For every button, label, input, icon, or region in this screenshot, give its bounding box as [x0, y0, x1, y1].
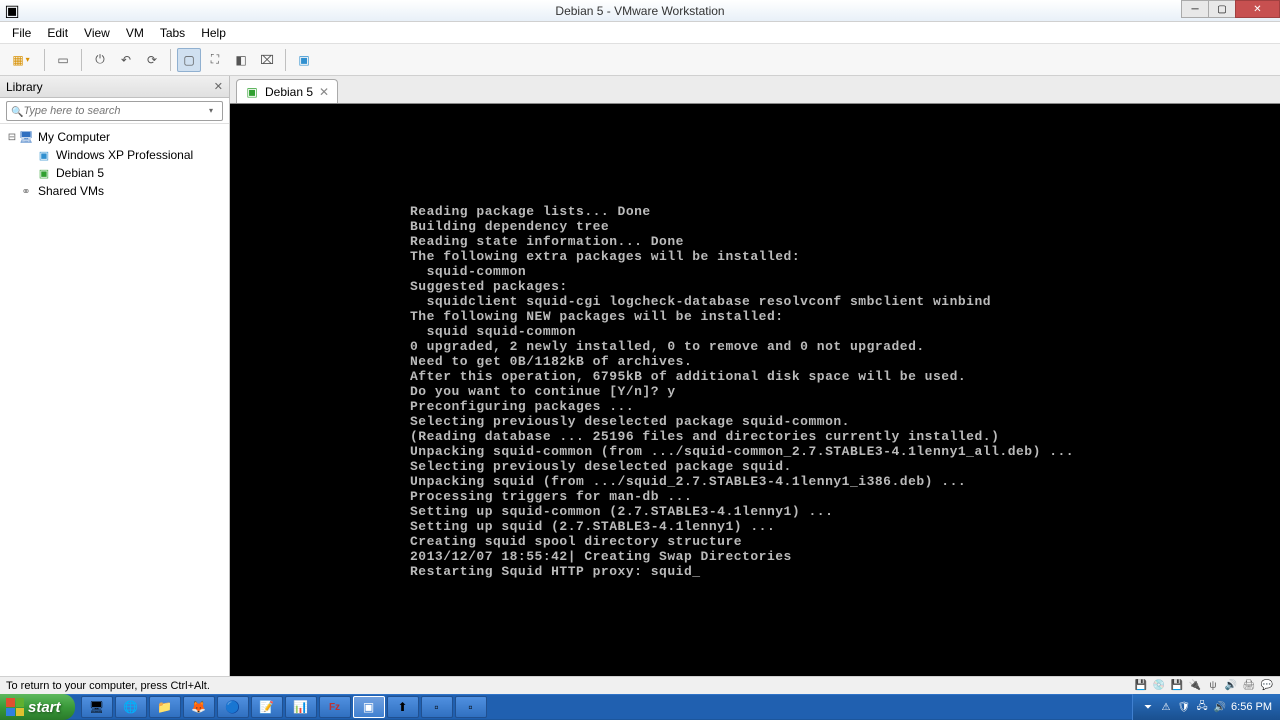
- search-dropdown-icon[interactable]: ▾: [204, 106, 218, 115]
- tree-vm-winxp[interactable]: Windows XP Professional: [2, 146, 227, 164]
- vm-icon: [36, 147, 52, 163]
- tree-label: Windows XP Professional: [56, 148, 193, 162]
- taskbar-item[interactable]: 📝: [251, 696, 283, 718]
- taskbar-items: 🖥 🌐 📁 🦊 🔵 📝 📊 Fz ▣ ⬆ ▫ ▫: [81, 696, 487, 718]
- tree-vm-debian5[interactable]: Debian 5: [2, 164, 227, 182]
- taskbar-item[interactable]: 🖥: [81, 696, 113, 718]
- status-msg-icon[interactable]: 💬: [1260, 679, 1274, 693]
- toolbar-snapshot-manage[interactable]: ⟳: [140, 48, 164, 72]
- taskbar-item[interactable]: 📊: [285, 696, 317, 718]
- window-title: Debian 5 - VMware Workstation: [555, 4, 724, 18]
- taskbar-item[interactable]: ▫: [421, 696, 453, 718]
- toolbar-enter-vm[interactable]: ▣: [292, 48, 316, 72]
- status-hdd-icon[interactable]: 💾: [1134, 679, 1148, 693]
- taskbar-item[interactable]: ▫: [455, 696, 487, 718]
- window-titlebar: ▣ Debian 5 - VMware Workstation ─ ▢ ✕: [0, 0, 1280, 22]
- toolbar-fullscreen[interactable]: ⛶: [203, 48, 227, 72]
- app-icon: ▣: [4, 3, 20, 19]
- status-printer-icon[interactable]: 🖨: [1242, 679, 1256, 693]
- toolbar-console[interactable]: ▢: [177, 48, 201, 72]
- taskbar-item[interactable]: 🌐: [115, 696, 147, 718]
- separator: [81, 49, 82, 71]
- windows-flag-icon: [6, 698, 24, 716]
- taskbar-item[interactable]: ⬆: [387, 696, 419, 718]
- windows-taskbar: start 🖥 🌐 📁 🦊 🔵 📝 📊 Fz ▣ ⬆ ▫ ▫ ⏷ ⚠ 🛡 🖧 🔊…: [0, 694, 1280, 720]
- menu-help[interactable]: Help: [193, 24, 234, 42]
- menu-file[interactable]: File: [4, 24, 39, 42]
- toolbar-unity[interactable]: ◧: [229, 48, 253, 72]
- system-tray: ⏷ ⚠ 🛡 🖧 🔊 6:56 PM: [1132, 694, 1280, 720]
- tree-my-computer[interactable]: ⊟ My Computer: [2, 128, 227, 146]
- separator: [44, 49, 45, 71]
- tray-clock[interactable]: 6:56 PM: [1231, 701, 1272, 713]
- toolbar-snapshot-revert[interactable]: ↶: [114, 48, 138, 72]
- taskbar-item-vmware[interactable]: ▣: [353, 696, 385, 718]
- library-panel: Library ✕ ▾ ⊟ My Computer Windows XP Pro…: [0, 76, 230, 676]
- tree-label: My Computer: [38, 130, 110, 144]
- menu-tabs[interactable]: Tabs: [152, 24, 193, 42]
- tab-close-icon[interactable]: ✕: [319, 85, 329, 99]
- menu-edit[interactable]: Edit: [39, 24, 76, 42]
- start-label: start: [28, 699, 61, 716]
- tray-network-icon[interactable]: 🖧: [1195, 700, 1209, 714]
- tray-icon[interactable]: ⚠: [1159, 700, 1173, 714]
- library-close-icon[interactable]: ✕: [214, 80, 223, 93]
- search-icon: [11, 102, 23, 120]
- library-search: ▾: [0, 98, 229, 124]
- toolbar-thumbnail[interactable]: ▭: [51, 48, 75, 72]
- vm-running-icon: [245, 85, 259, 99]
- status-usb-icon[interactable]: ψ: [1206, 679, 1220, 693]
- status-net-icon[interactable]: 🔌: [1188, 679, 1202, 693]
- start-button[interactable]: start: [0, 694, 75, 720]
- vm-console[interactable]: Reading package lists... Done Building d…: [230, 104, 1280, 676]
- menubar: File Edit View VM Tabs Help: [0, 22, 1280, 44]
- statusbar: To return to your computer, press Ctrl+A…: [0, 676, 1280, 694]
- computer-icon: [18, 129, 34, 145]
- toolbar-ctrl-alt-del[interactable]: ⌧: [255, 48, 279, 72]
- tray-icon[interactable]: ⏷: [1141, 700, 1155, 714]
- taskbar-item[interactable]: 🦊: [183, 696, 215, 718]
- library-title: Library: [6, 80, 43, 94]
- status-hint: To return to your computer, press Ctrl+A…: [6, 680, 210, 692]
- taskbar-item[interactable]: Fz: [319, 696, 351, 718]
- menu-view[interactable]: View: [76, 24, 118, 42]
- main-area: Library ✕ ▾ ⊟ My Computer Windows XP Pro…: [0, 76, 1280, 676]
- vm-running-icon: [36, 165, 52, 181]
- separator: [170, 49, 171, 71]
- tray-icon[interactable]: 🛡: [1177, 700, 1191, 714]
- search-wrap: ▾: [6, 101, 223, 121]
- tree-label: Shared VMs: [38, 184, 104, 198]
- close-button[interactable]: ✕: [1235, 0, 1280, 18]
- tab-debian5[interactable]: Debian 5 ✕: [236, 79, 338, 103]
- tab-area: Debian 5 ✕ Reading package lists... Done…: [230, 76, 1280, 676]
- tab-strip: Debian 5 ✕: [230, 76, 1280, 104]
- tray-volume-icon[interactable]: 🔊: [1213, 700, 1227, 714]
- maximize-button[interactable]: ▢: [1208, 0, 1236, 18]
- toolbar-snapshot-take[interactable]: ⏻: [88, 48, 112, 72]
- library-header: Library ✕: [0, 76, 229, 98]
- taskbar-item[interactable]: 📁: [149, 696, 181, 718]
- minimize-button[interactable]: ─: [1181, 0, 1209, 18]
- taskbar-item[interactable]: 🔵: [217, 696, 249, 718]
- separator: [285, 49, 286, 71]
- status-cd-icon[interactable]: 💿: [1152, 679, 1166, 693]
- shared-icon: ⚭: [18, 183, 34, 199]
- menu-vm[interactable]: VM: [118, 24, 152, 42]
- tree-label: Debian 5: [56, 166, 104, 180]
- search-input[interactable]: [23, 105, 204, 117]
- tab-label: Debian 5: [265, 85, 313, 99]
- library-tree: ⊟ My Computer Windows XP Professional De…: [0, 124, 229, 676]
- console-output: Reading package lists... Done Building d…: [410, 204, 1280, 579]
- toolbar-power-dropdown[interactable]: ▦: [4, 48, 38, 72]
- status-sound-icon[interactable]: 🔊: [1224, 679, 1238, 693]
- toolbar: ▦ ▭ ⏻ ↶ ⟳ ▢ ⛶ ◧ ⌧ ▣: [0, 44, 1280, 76]
- window-controls: ─ ▢ ✕: [1182, 0, 1280, 18]
- tree-shared-vms[interactable]: ⚭ Shared VMs: [2, 182, 227, 200]
- status-icons: 💾 💿 💾 🔌 ψ 🔊 🖨 💬: [1134, 679, 1274, 693]
- expand-icon[interactable]: ⊟: [6, 132, 18, 143]
- status-floppy-icon[interactable]: 💾: [1170, 679, 1184, 693]
